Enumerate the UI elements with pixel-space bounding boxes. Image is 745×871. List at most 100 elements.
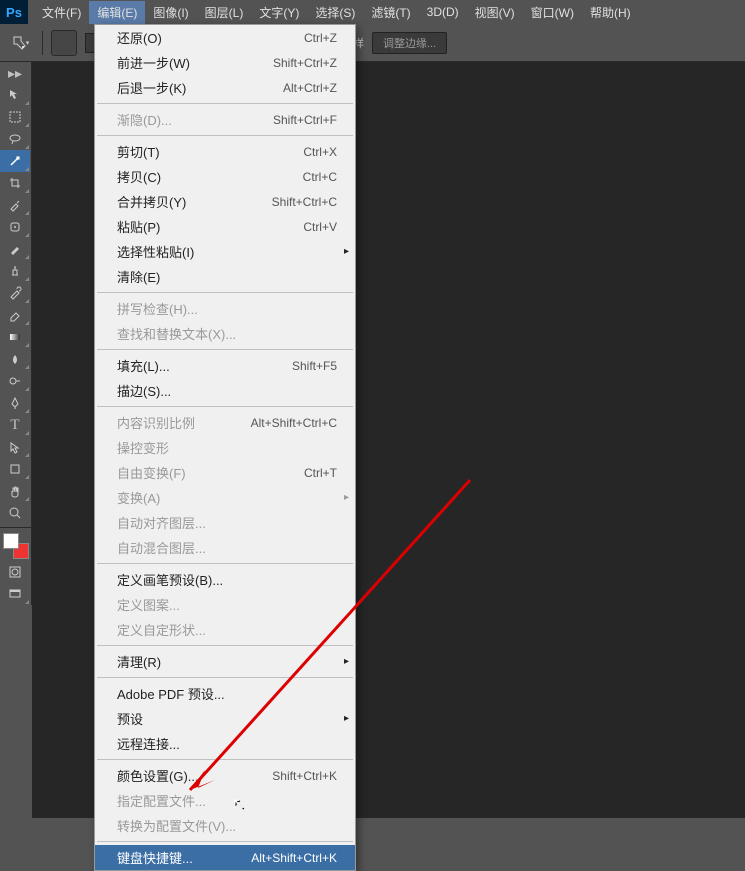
menu-item-l[interactable]: 填充(L)... Shift+F5: [95, 353, 355, 378]
menu-help[interactable]: 帮助(H): [582, 1, 639, 24]
menu-item-label: 剪切(T): [117, 142, 160, 161]
tool-blur[interactable]: [0, 348, 30, 370]
menu-item-label: 拷贝(C): [117, 167, 161, 186]
menu-item-[interactable]: 内容识别比例Alt+Shift+Ctrl+C: [95, 410, 355, 435]
menu-edit[interactable]: 编辑(E): [89, 1, 145, 24]
tool-type[interactable]: T: [0, 414, 30, 436]
menu-item-y[interactable]: 合并拷贝(Y)Shift+Ctrl+C: [95, 189, 355, 214]
menu-divider: [97, 841, 353, 842]
menu-item-shortcut: Ctrl+X: [303, 145, 337, 159]
menu-item-shortcut: Shift+F5: [292, 359, 337, 373]
menu-item-label: 指定配置文件...: [117, 791, 206, 810]
menu-item-[interactable]: 自动混合图层...: [95, 535, 355, 560]
tool-zoom[interactable]: [0, 502, 30, 524]
tool-gradient[interactable]: [0, 326, 30, 348]
menu-item-label: 预设: [117, 709, 143, 728]
menu-item-s[interactable]: 描边(S)...: [95, 378, 355, 403]
menu-item-g[interactable]: 颜色设置(G)...Shift+Ctrl+K: [95, 763, 355, 788]
menu-item-shortcut: Ctrl+T: [304, 466, 337, 480]
menu-item-r[interactable]: 清理(R): [95, 649, 355, 674]
menu-item-[interactable]: 键盘快捷键...Alt+Shift+Ctrl+K: [95, 845, 355, 870]
tool-marquee[interactable]: [0, 106, 30, 128]
menu-item-label: 操控变形: [117, 438, 169, 457]
menu-divider: [97, 677, 353, 678]
tool-crop[interactable]: [0, 172, 30, 194]
tool-magic-wand[interactable]: [0, 150, 30, 172]
menu-item-[interactable]: 远程连接...: [95, 731, 355, 756]
selection-mode-new[interactable]: [51, 30, 77, 56]
tool-quickmask[interactable]: [0, 561, 30, 583]
tool-eyedropper[interactable]: [0, 194, 30, 216]
menu-item-label: 选择性粘贴(I): [117, 242, 194, 261]
menu-item-a[interactable]: 变换(A): [95, 485, 355, 510]
tool-dodge[interactable]: [0, 370, 30, 392]
menu-item-k[interactable]: 后退一步(K)Alt+Ctrl+Z: [95, 75, 355, 100]
menu-layer[interactable]: 图层(L): [197, 1, 252, 24]
toolbox: ▸▸ T: [0, 62, 32, 605]
menu-divider: [97, 103, 353, 104]
tool-eraser[interactable]: [0, 304, 30, 326]
menu-item-e[interactable]: 清除(E): [95, 264, 355, 289]
menu-item-[interactable]: 操控变形: [95, 435, 355, 460]
tool-expand[interactable]: ▸▸: [0, 62, 30, 84]
menu-item-label: 填充(L)...: [117, 356, 170, 375]
menu-item-label: 后退一步(K): [117, 78, 186, 97]
menu-item-f[interactable]: 自由变换(F)Ctrl+T: [95, 460, 355, 485]
menu-item-h[interactable]: 拼写检查(H)...: [95, 296, 355, 321]
menu-item-p[interactable]: 粘贴(P) Ctrl+V: [95, 214, 355, 239]
menu-item-label: 前进一步(W): [117, 53, 190, 72]
menu-item-label: 拼写检查(H)...: [117, 299, 198, 318]
menu-item-label: 清除(E): [117, 267, 160, 286]
tool-healing[interactable]: [0, 216, 30, 238]
menu-item-[interactable]: 指定配置文件...: [95, 788, 355, 813]
menu-view[interactable]: 视图(V): [467, 1, 523, 24]
menu-item-t[interactable]: 剪切(T) Ctrl+X: [95, 139, 355, 164]
menu-image[interactable]: 图像(I): [145, 1, 196, 24]
menu-divider: [97, 135, 353, 136]
color-swatches[interactable]: [3, 533, 29, 559]
menu-item-[interactable]: 自动对齐图层...: [95, 510, 355, 535]
menu-item-x[interactable]: 查找和替换文本(X)...: [95, 321, 355, 346]
menu-3d[interactable]: 3D(D): [419, 2, 467, 22]
menu-item-label: 粘贴(P): [117, 217, 160, 236]
menu-filter[interactable]: 滤镜(T): [363, 1, 418, 24]
tool-clone[interactable]: [0, 260, 30, 282]
refine-edge-button[interactable]: 调整边缘...: [372, 32, 447, 54]
tool-hand[interactable]: [0, 480, 30, 502]
tool-path-select[interactable]: [0, 436, 30, 458]
menu-item-label: 渐隐(D)...: [117, 110, 172, 129]
menu-item-adobepdf[interactable]: Adobe PDF 预设...: [95, 681, 355, 706]
tool-brush[interactable]: [0, 238, 30, 260]
menu-item-label: 定义画笔预设(B)...: [117, 570, 223, 589]
tool-pen[interactable]: [0, 392, 30, 414]
menu-file[interactable]: 文件(F): [34, 1, 89, 24]
menu-item-shortcut: Ctrl+V: [303, 220, 337, 234]
menu-item-shortcut: Shift+Ctrl+F: [273, 113, 337, 127]
edit-dropdown-menu: 还原(O)Ctrl+Z 前进一步(W) Shift+Ctrl+Z 后退一步(K)Alt…: [94, 24, 356, 871]
main-menubar: Ps 文件(F) 编辑(E) 图像(I) 图层(L) 文字(Y) 选择(S) 滤…: [0, 0, 745, 24]
menu-item-shortcut: Shift+Ctrl+C: [272, 195, 337, 209]
menu-item-[interactable]: 定义图案...: [95, 592, 355, 617]
ps-logo: Ps: [0, 0, 28, 24]
menu-select[interactable]: 选择(S): [307, 1, 363, 24]
menu-item-d[interactable]: 渐隐(D)... Shift+Ctrl+F: [95, 107, 355, 132]
menu-item-w[interactable]: 前进一步(W) Shift+Ctrl+Z: [95, 50, 355, 75]
tool-move[interactable]: [0, 84, 30, 106]
menu-item-c[interactable]: 拷贝(C)Ctrl+C: [95, 164, 355, 189]
tool-screenmode[interactable]: [0, 583, 30, 605]
tool-lasso[interactable]: [0, 128, 30, 150]
tool-history-brush[interactable]: [0, 282, 30, 304]
menu-type[interactable]: 文字(Y): [251, 1, 307, 24]
menu-item-shortcut: Shift+Ctrl+Z: [273, 56, 337, 70]
menu-item-i[interactable]: 选择性粘贴(I): [95, 239, 355, 264]
menu-item-[interactable]: 预设: [95, 706, 355, 731]
menu-item-o[interactable]: 还原(O)Ctrl+Z: [95, 25, 355, 50]
tool-shape[interactable]: [0, 458, 30, 480]
menu-item-[interactable]: 定义自定形状...: [95, 617, 355, 642]
menu-item-label: 还原(O): [117, 28, 162, 47]
menu-item-b[interactable]: 定义画笔预设(B)...: [95, 567, 355, 592]
menu-item-v[interactable]: 转换为配置文件(V)...: [95, 813, 355, 838]
foreground-color[interactable]: [3, 533, 19, 549]
current-tool-icon[interactable]: ▾: [6, 29, 34, 57]
menu-window[interactable]: 窗口(W): [523, 1, 582, 24]
